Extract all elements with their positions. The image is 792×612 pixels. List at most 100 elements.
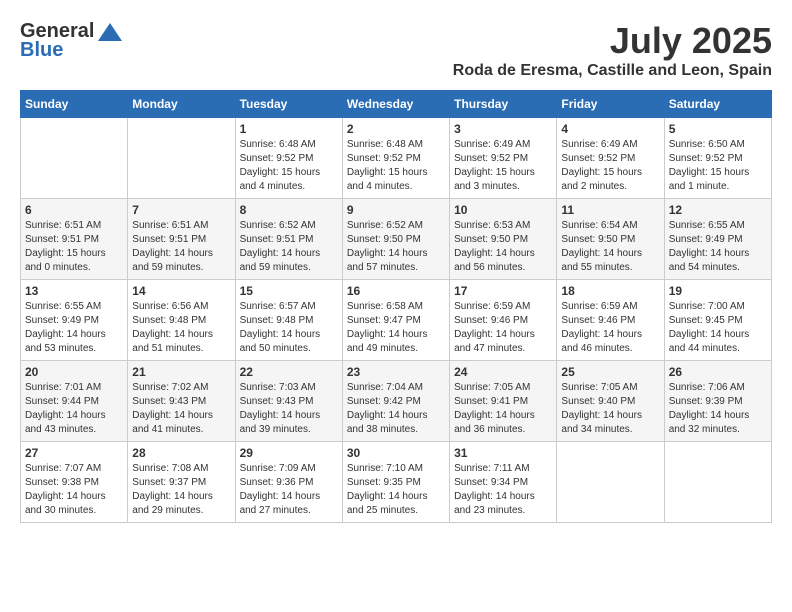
day-info: Sunrise: 6:51 AM Sunset: 9:51 PM Dayligh…	[132, 219, 230, 275]
logo-icon	[96, 21, 124, 43]
day-info: Sunrise: 6:50 AM Sunset: 9:52 PM Dayligh…	[669, 138, 767, 194]
header-row: Sunday Monday Tuesday Wednesday Thursday…	[21, 91, 772, 118]
day-info: Sunrise: 7:09 AM Sunset: 9:36 PM Dayligh…	[240, 462, 338, 518]
day-number: 27	[25, 446, 123, 460]
header-thursday: Thursday	[450, 91, 557, 118]
calendar-cell: 4 Sunrise: 6:49 AM Sunset: 9:52 PM Daylig…	[557, 118, 664, 199]
header-saturday: Saturday	[664, 91, 771, 118]
day-number: 21	[132, 365, 230, 379]
title-block: July 2025 Roda de Eresma, Castille and L…	[453, 20, 772, 80]
calendar-cell: 13 Sunrise: 6:55 AM Sunset: 9:49 PM Dayli…	[21, 280, 128, 361]
calendar-cell: 30 Sunrise: 7:10 AM Sunset: 9:35 PM Dayli…	[342, 442, 449, 523]
day-info: Sunrise: 6:55 AM Sunset: 9:49 PM Dayligh…	[669, 219, 767, 275]
calendar-cell	[128, 118, 235, 199]
calendar-cell: 21 Sunrise: 7:02 AM Sunset: 9:43 PM Dayli…	[128, 361, 235, 442]
day-number: 4	[561, 122, 659, 136]
logo-blue: Blue	[20, 39, 63, 62]
header-friday: Friday	[557, 91, 664, 118]
page-header: General Blue July 2025 Roda de Eresma, C…	[20, 20, 772, 80]
day-info: Sunrise: 6:58 AM Sunset: 9:47 PM Dayligh…	[347, 300, 445, 356]
day-number: 12	[669, 203, 767, 217]
day-info: Sunrise: 7:07 AM Sunset: 9:38 PM Dayligh…	[25, 462, 123, 518]
calendar-body: 1 Sunrise: 6:48 AM Sunset: 9:52 PM Daylig…	[21, 118, 772, 523]
day-info: Sunrise: 7:06 AM Sunset: 9:39 PM Dayligh…	[669, 381, 767, 437]
calendar-cell: 15 Sunrise: 6:57 AM Sunset: 9:48 PM Dayli…	[235, 280, 342, 361]
calendar-cell: 9 Sunrise: 6:52 AM Sunset: 9:50 PM Daylig…	[342, 199, 449, 280]
header-monday: Monday	[128, 91, 235, 118]
calendar-header: Sunday Monday Tuesday Wednesday Thursday…	[21, 91, 772, 118]
calendar-cell: 22Sunrise: 7:03 AM Sunset: 9:43 PM Dayli…	[235, 361, 342, 442]
day-number: 26	[669, 365, 767, 379]
day-number: 16	[347, 284, 445, 298]
calendar-cell: 31 Sunrise: 7:11 AM Sunset: 9:34 PM Dayli…	[450, 442, 557, 523]
calendar: Sunday Monday Tuesday Wednesday Thursday…	[20, 90, 772, 523]
day-info: Sunrise: 6:53 AM Sunset: 9:50 PM Dayligh…	[454, 219, 552, 275]
day-number: 31	[454, 446, 552, 460]
calendar-cell: 11Sunrise: 6:54 AM Sunset: 9:50 PM Dayli…	[557, 199, 664, 280]
day-info: Sunrise: 7:04 AM Sunset: 9:42 PM Dayligh…	[347, 381, 445, 437]
day-number: 18	[561, 284, 659, 298]
header-wednesday: Wednesday	[342, 91, 449, 118]
calendar-cell: 14Sunrise: 6:56 AM Sunset: 9:48 PM Dayli…	[128, 280, 235, 361]
calendar-cell: 12 Sunrise: 6:55 AM Sunset: 9:49 PM Dayli…	[664, 199, 771, 280]
calendar-week-0: 1 Sunrise: 6:48 AM Sunset: 9:52 PM Daylig…	[21, 118, 772, 199]
day-info: Sunrise: 6:48 AM Sunset: 9:52 PM Dayligh…	[347, 138, 445, 194]
day-info: Sunrise: 7:03 AM Sunset: 9:43 PM Dayligh…	[240, 381, 338, 437]
calendar-cell: 2 Sunrise: 6:48 AM Sunset: 9:52 PM Daylig…	[342, 118, 449, 199]
day-info: Sunrise: 6:54 AM Sunset: 9:50 PM Dayligh…	[561, 219, 659, 275]
logo: General Blue	[20, 20, 124, 62]
calendar-cell: 29 Sunrise: 7:09 AM Sunset: 9:36 PM Dayli…	[235, 442, 342, 523]
day-number: 17	[454, 284, 552, 298]
day-number: 2	[347, 122, 445, 136]
day-info: Sunrise: 7:05 AM Sunset: 9:41 PM Dayligh…	[454, 381, 552, 437]
calendar-cell: 10 Sunrise: 6:53 AM Sunset: 9:50 PM Dayli…	[450, 199, 557, 280]
calendar-week-3: 20 Sunrise: 7:01 AM Sunset: 9:44 PM Dayli…	[21, 361, 772, 442]
calendar-cell: 6Sunrise: 6:51 AM Sunset: 9:51 PM Daylig…	[21, 199, 128, 280]
day-info: Sunrise: 6:57 AM Sunset: 9:48 PM Dayligh…	[240, 300, 338, 356]
day-info: Sunrise: 6:49 AM Sunset: 9:52 PM Dayligh…	[454, 138, 552, 194]
day-number: 7	[132, 203, 230, 217]
day-info: Sunrise: 7:01 AM Sunset: 9:44 PM Dayligh…	[25, 381, 123, 437]
day-info: Sunrise: 7:11 AM Sunset: 9:34 PM Dayligh…	[454, 462, 552, 518]
day-info: Sunrise: 7:10 AM Sunset: 9:35 PM Dayligh…	[347, 462, 445, 518]
day-number: 15	[240, 284, 338, 298]
calendar-cell: 1 Sunrise: 6:48 AM Sunset: 9:52 PM Daylig…	[235, 118, 342, 199]
day-number: 9	[347, 203, 445, 217]
calendar-cell: 3Sunrise: 6:49 AM Sunset: 9:52 PM Daylig…	[450, 118, 557, 199]
day-info: Sunrise: 7:00 AM Sunset: 9:45 PM Dayligh…	[669, 300, 767, 356]
day-number: 1	[240, 122, 338, 136]
day-info: Sunrise: 6:56 AM Sunset: 9:48 PM Dayligh…	[132, 300, 230, 356]
day-info: Sunrise: 6:52 AM Sunset: 9:51 PM Dayligh…	[240, 219, 338, 275]
day-info: Sunrise: 6:55 AM Sunset: 9:49 PM Dayligh…	[25, 300, 123, 356]
day-number: 20	[25, 365, 123, 379]
calendar-cell: 16 Sunrise: 6:58 AM Sunset: 9:47 PM Dayli…	[342, 280, 449, 361]
day-number: 25	[561, 365, 659, 379]
header-tuesday: Tuesday	[235, 91, 342, 118]
calendar-cell: 27 Sunrise: 7:07 AM Sunset: 9:38 PM Dayli…	[21, 442, 128, 523]
calendar-cell: 18Sunrise: 6:59 AM Sunset: 9:46 PM Dayli…	[557, 280, 664, 361]
calendar-cell	[21, 118, 128, 199]
calendar-cell: 17 Sunrise: 6:59 AM Sunset: 9:46 PM Dayli…	[450, 280, 557, 361]
day-info: Sunrise: 6:52 AM Sunset: 9:50 PM Dayligh…	[347, 219, 445, 275]
day-number: 19	[669, 284, 767, 298]
day-number: 23	[347, 365, 445, 379]
day-info: Sunrise: 6:49 AM Sunset: 9:52 PM Dayligh…	[561, 138, 659, 194]
day-number: 10	[454, 203, 552, 217]
calendar-cell: 28Sunrise: 7:08 AM Sunset: 9:37 PM Dayli…	[128, 442, 235, 523]
calendar-cell: 19 Sunrise: 7:00 AM Sunset: 9:45 PM Dayli…	[664, 280, 771, 361]
calendar-cell: 8Sunrise: 6:52 AM Sunset: 9:51 PM Daylig…	[235, 199, 342, 280]
day-info: Sunrise: 6:59 AM Sunset: 9:46 PM Dayligh…	[454, 300, 552, 356]
calendar-cell	[664, 442, 771, 523]
day-number: 6	[25, 203, 123, 217]
day-number: 13	[25, 284, 123, 298]
calendar-cell: 5Sunrise: 6:50 AM Sunset: 9:52 PM Daylig…	[664, 118, 771, 199]
day-info: Sunrise: 7:02 AM Sunset: 9:43 PM Dayligh…	[132, 381, 230, 437]
calendar-cell: 24 Sunrise: 7:05 AM Sunset: 9:41 PM Dayli…	[450, 361, 557, 442]
day-number: 30	[347, 446, 445, 460]
location-title: Roda de Eresma, Castille and Leon, Spain	[453, 62, 772, 80]
day-number: 29	[240, 446, 338, 460]
calendar-cell	[557, 442, 664, 523]
day-number: 24	[454, 365, 552, 379]
calendar-cell: 23 Sunrise: 7:04 AM Sunset: 9:42 PM Dayli…	[342, 361, 449, 442]
day-info: Sunrise: 6:48 AM Sunset: 9:52 PM Dayligh…	[240, 138, 338, 194]
